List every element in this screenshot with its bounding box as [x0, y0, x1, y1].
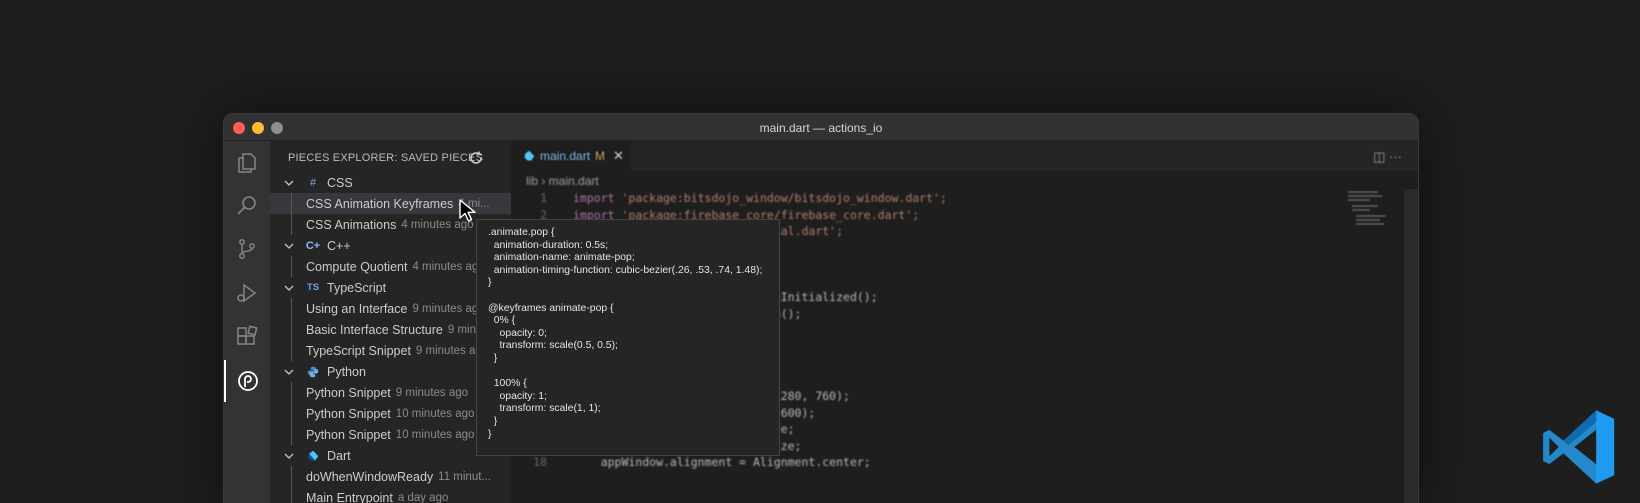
run-debug-icon[interactable] [224, 272, 270, 314]
code-line: appWindow.alignment = Alignment.center; [573, 455, 871, 469]
tree-group-python[interactable]: Python [270, 361, 511, 382]
chevron-down-icon [284, 285, 294, 291]
group-label: Python [327, 364, 366, 379]
pieces-explorer-sidebar: PIECES EXPLORER: SAVED PIECES # CSS CSS … [270, 141, 511, 503]
vscode-logo-icon [1543, 410, 1615, 484]
tree-item[interactable]: Using an Interface 9 minutes ago [270, 298, 511, 319]
editor-window: main.dart — actions_io PIECES EXPLORER: … [223, 113, 1419, 503]
editor-actions[interactable]: ◫ ··· [1373, 149, 1402, 165]
tree-group-typescript[interactable]: TS TypeScript [270, 277, 511, 298]
title-bar: main.dart — actions_io [224, 114, 1418, 141]
dart-icon [524, 150, 535, 161]
tree-item[interactable]: Python Snippet 10 minutes ago [270, 403, 511, 424]
search-icon[interactable] [224, 184, 270, 226]
tab-main-dart[interactable]: main.dart M ✕ [511, 141, 631, 171]
piece-preview-tooltip: .animate.pop { animation-duration: 0.5s;… [476, 219, 780, 456]
typescript-icon: TS [306, 282, 320, 293]
tree-group-dart[interactable]: Dart [270, 445, 511, 466]
group-label: TypeScript [327, 280, 387, 295]
extensions-icon[interactable] [224, 316, 270, 358]
group-label: Dart [327, 448, 351, 463]
chevron-down-icon [284, 453, 294, 459]
tree-item[interactable]: TypeScript Snippet 9 minutes ago [270, 340, 511, 361]
code-line: import 'package:bitsdojo_window/bitsdojo… [573, 191, 947, 205]
tree-item[interactable]: Python Snippet 9 minutes ago [270, 382, 511, 403]
line-number: 18 [533, 455, 547, 469]
chevron-down-icon [284, 369, 294, 375]
source-control-icon[interactable] [224, 228, 270, 270]
tab-bar: main.dart M ✕ ◫ ··· [511, 141, 1418, 171]
files-icon[interactable] [224, 142, 270, 184]
tree-item[interactable]: doWhenWindowReady 11 minut... [270, 466, 511, 487]
css-icon: # [309, 176, 317, 189]
chevron-down-icon [284, 180, 294, 186]
editor-scrollbar[interactable] [1404, 189, 1418, 503]
tree-item[interactable]: Basic Interface Structure 9 minutes ago [270, 319, 511, 340]
close-icon[interactable]: ✕ [613, 148, 624, 164]
chevron-down-icon [284, 243, 294, 249]
refresh-icon[interactable] [468, 150, 484, 166]
tree-item[interactable]: Python Snippet 10 minutes ago [270, 424, 511, 445]
activity-bar [224, 141, 270, 503]
tree-item[interactable]: Compute Quotient 4 minutes ago [270, 256, 511, 277]
modified-badge: M [595, 149, 606, 163]
group-label: CSS [327, 175, 353, 190]
dart-icon [308, 450, 319, 460]
tree-item[interactable]: Main Entrypoint a day ago [270, 487, 511, 503]
sidebar-title: PIECES EXPLORER: SAVED PIECES [288, 152, 484, 164]
group-label: C++ [327, 238, 351, 253]
tree-group-cpp[interactable]: C+ C++ [270, 235, 511, 256]
breadcrumb[interactable]: lib › main.dart [526, 174, 599, 188]
pieces-icon[interactable] [224, 360, 270, 402]
window-title: main.dart — actions_io [759, 121, 883, 135]
mouse-cursor-icon [459, 199, 476, 222]
line-number: 1 [540, 191, 547, 205]
preview-code: .animate.pop { animation-duration: 0.5s;… [488, 227, 763, 440]
python-icon [307, 366, 319, 377]
cpp-icon: C+ [305, 239, 321, 252]
tab-label: main.dart [540, 149, 591, 163]
tree-group-css[interactable]: # CSS [270, 172, 511, 193]
minimap[interactable] [1348, 189, 1398, 239]
